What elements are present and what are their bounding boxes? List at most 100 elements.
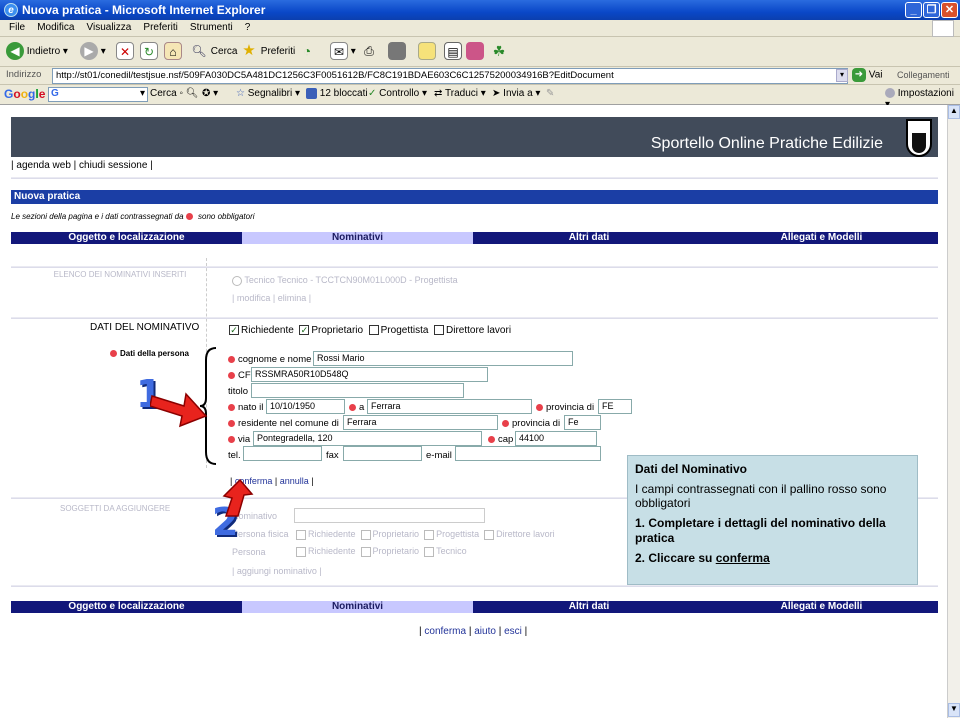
back-button[interactable]: ◀ Indietro ▾ — [6, 42, 68, 62]
tab-oggetto[interactable]: Oggetto e localizzazione — [11, 601, 242, 613]
tel-input[interactable] — [243, 446, 322, 461]
menu-visualizza[interactable]: Visualizza — [87, 22, 132, 33]
footer-help-link[interactable]: aiuto — [474, 626, 496, 637]
google-search-button[interactable]: Cerca ◦ 🔍︎ — [150, 88, 198, 99]
tab-nominativi[interactable]: Nominativi — [242, 601, 473, 613]
provincia-input[interactable]: FE — [598, 399, 632, 414]
document-icon: ▤ — [444, 42, 462, 61]
edit-button[interactable] — [388, 42, 406, 62]
popup-blocked[interactable]: 12 bloccati — [306, 88, 368, 99]
cognome-input[interactable]: Rossi Mario — [313, 351, 573, 366]
favorites-button[interactable]: ★ Preferiti — [240, 42, 295, 62]
send-button[interactable]: ➤ Invia a ▾ — [492, 88, 540, 99]
research-button[interactable] — [466, 42, 484, 62]
checkbox-icon[interactable] — [360, 529, 371, 540]
menu-bar: File Modifica Visualizza Preferiti Strum… — [0, 20, 960, 37]
minimize-button[interactable]: _ — [905, 2, 922, 18]
fax-input[interactable] — [343, 446, 422, 461]
vertical-scrollbar[interactable]: ▲ ▼ — [947, 105, 960, 718]
search-button[interactable]: 🔍︎ Cerca — [190, 42, 237, 62]
logout-link[interactable]: chiudi sessione — [79, 160, 147, 171]
forward-arrow-icon: ▶ — [80, 42, 98, 61]
window-title: Nuova pratica - Microsoft Internet Explo… — [22, 3, 266, 17]
footer-exit-link[interactable]: esci — [504, 626, 522, 637]
tab-nominativi[interactable]: Nominativi — [242, 232, 473, 244]
menu-preferiti[interactable]: Preferiti — [143, 22, 177, 33]
address-dropdown-icon[interactable]: ▾ — [836, 69, 848, 82]
cancel-link[interactable]: annulla — [280, 476, 309, 486]
checkbox-icon[interactable] — [484, 529, 495, 540]
info-title: Dati del Nominativo — [635, 462, 748, 476]
translate-button[interactable]: ⇄ Traduci ▾ — [434, 88, 486, 99]
tab-oggetto[interactable]: Oggetto e localizzazione — [11, 232, 242, 244]
checkbox-icon[interactable] — [424, 529, 435, 540]
cf-input[interactable]: RSSMRA50R10D548Q — [251, 367, 488, 382]
checkbox-checked-icon[interactable]: ✓ — [229, 325, 239, 336]
print-button[interactable]: ⎙ — [360, 42, 378, 62]
required-dot-icon — [228, 371, 235, 379]
elenco-links[interactable]: | modifica | elimina | — [232, 293, 311, 303]
menu-help[interactable]: ? — [245, 22, 251, 33]
menu-strumenti[interactable]: Strumenti — [190, 22, 233, 33]
provincia2-input[interactable]: Fe — [564, 415, 601, 430]
persona-label-text: Dati della persona — [120, 349, 189, 358]
home-button[interactable]: ⌂ — [164, 42, 182, 62]
favorites-label: Preferiti — [260, 46, 296, 57]
google-options-icon[interactable]: ✪ ▾ — [202, 88, 218, 99]
role-proprietario[interactable]: ✓ Proprietario — [299, 325, 363, 336]
tab-altri-dati[interactable]: Altri dati — [473, 601, 705, 613]
google-search-input[interactable]: G ▾ — [48, 87, 148, 102]
maximize-button[interactable]: ❐ — [923, 2, 940, 18]
soggetti-input[interactable] — [294, 508, 485, 523]
mail-button[interactable]: ✉ ▾ — [330, 42, 356, 62]
forward-button[interactable]: ▶ ▾ — [80, 42, 106, 62]
elenco-entry[interactable]: Tecnico Tecnico - TCCTCN90M01L000D - Pro… — [232, 275, 458, 286]
document-button[interactable]: ▤ — [444, 42, 462, 62]
radio-icon[interactable] — [232, 275, 242, 286]
note-button[interactable] — [418, 42, 436, 62]
tab-allegati[interactable]: Allegati e Modelli — [705, 601, 938, 613]
links-label[interactable]: Collegamenti — [897, 70, 950, 80]
nato-input[interactable]: 10/10/1950 — [266, 399, 345, 414]
address-input[interactable]: http://st01/conedil/testjsue.nsf/509FA03… — [52, 68, 848, 84]
menu-file[interactable]: File — [9, 22, 25, 33]
bookmarks-button[interactable]: ☆ Segnalibri ▾ — [236, 88, 300, 99]
role-direttore[interactable]: Direttore lavori — [434, 325, 511, 336]
via-input[interactable]: Pontegradella, 120 — [253, 431, 482, 446]
scroll-up-icon[interactable]: ▲ — [948, 105, 960, 119]
checkbox-icon[interactable] — [296, 529, 306, 540]
tab-allegati[interactable]: Allegati e Modelli — [705, 232, 938, 244]
go-button[interactable]: ➜ Vai — [852, 68, 883, 82]
nato-label: nato il — [228, 402, 263, 413]
soggetti-more[interactable]: | aggiungi nominativo | — [232, 566, 322, 576]
footer-confirm-link[interactable]: conferma — [424, 626, 466, 637]
messenger-button[interactable]: ☘ — [490, 42, 508, 62]
tab-altri-dati[interactable]: Altri dati — [473, 232, 705, 244]
refresh-button[interactable]: ↻ — [140, 42, 158, 62]
info-step2: 2. Cliccare su conferma — [635, 551, 910, 565]
scroll-down-icon[interactable]: ▼ — [948, 703, 960, 717]
checkbox-icon[interactable] — [296, 546, 306, 557]
role-richiedente[interactable]: ✓ Richiedente — [229, 325, 294, 336]
highlight-icon[interactable]: ✎ — [546, 88, 554, 99]
star-icon: ★ — [242, 42, 256, 60]
luogo-input[interactable]: Ferrara — [367, 399, 532, 414]
email-input[interactable] — [455, 446, 601, 461]
role-progettista[interactable]: Progettista — [368, 325, 429, 336]
spellcheck-button[interactable]: ✓ Controllo ▾ — [368, 88, 427, 99]
checkbox-icon[interactable] — [434, 325, 445, 336]
menu-modifica[interactable]: Modifica — [37, 22, 74, 33]
agenda-link[interactable]: agenda web — [16, 160, 71, 171]
cap-input[interactable]: 44100 — [515, 431, 597, 446]
stop-button[interactable]: ✕ — [116, 42, 134, 62]
history-button[interactable]: ◔ — [298, 42, 316, 62]
residenza-input[interactable]: Ferrara — [343, 415, 498, 430]
checkbox-icon[interactable] — [368, 325, 379, 336]
checkbox-icon[interactable] — [424, 546, 435, 557]
role-label: Progettista — [380, 325, 429, 336]
close-button[interactable]: ✕ — [941, 2, 958, 18]
cap-label: cap — [488, 434, 513, 445]
titolo-input[interactable] — [251, 383, 464, 398]
checkbox-icon[interactable] — [360, 546, 371, 557]
checkbox-checked-icon[interactable]: ✓ — [299, 325, 310, 336]
